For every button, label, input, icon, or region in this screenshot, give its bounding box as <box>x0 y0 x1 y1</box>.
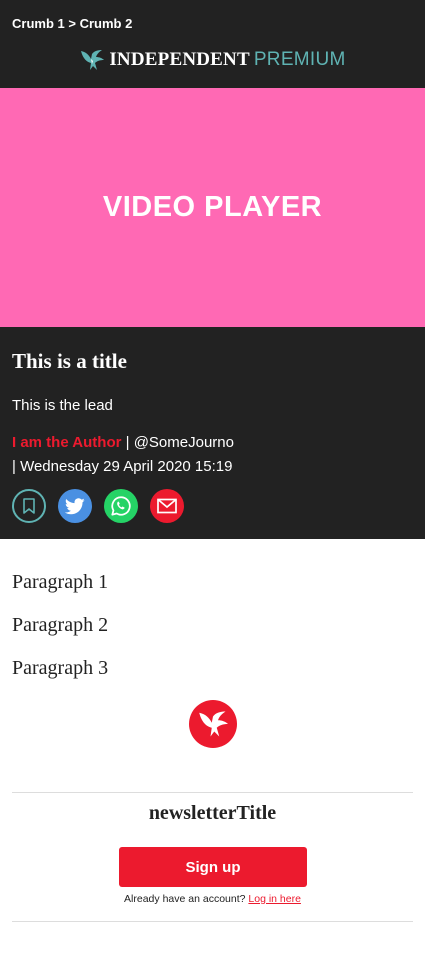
eagle-icon <box>199 711 228 737</box>
author-link[interactable]: I am the Author <box>12 434 121 451</box>
article-paragraph: Paragraph 3 <box>12 657 109 679</box>
independent-badge <box>189 700 237 748</box>
top-bar: Crumb 1 > Crumb 2 INDEPENDENT PREMIUM <box>0 0 425 88</box>
author-handle[interactable]: @SomeJourno <box>134 434 234 451</box>
email-icon <box>157 498 177 514</box>
signup-button[interactable]: Sign up <box>119 847 307 887</box>
breadcrumb-item-1[interactable]: Crumb 1 <box>12 16 65 31</box>
date-separator: | <box>12 458 16 475</box>
video-player-label: VIDEO PLAYER <box>102 191 323 223</box>
logo-tier: PREMIUM <box>253 49 346 70</box>
article-byline: I am the Author | @SomeJourno | Wednesda… <box>12 431 412 479</box>
byline-separator: | <box>125 434 130 451</box>
publish-date: Wednesday 29 April 2020 15:19 <box>20 458 233 475</box>
divider <box>12 792 413 793</box>
article-title: This is a title <box>12 349 127 373</box>
newsletter-title: newsletterTitle <box>148 802 277 824</box>
login-prompt: Already have an account? Log in here <box>0 893 425 905</box>
bookmark-button[interactable] <box>12 489 46 523</box>
video-player[interactable]: VIDEO PLAYER <box>0 88 425 327</box>
whatsapp-icon <box>111 496 131 516</box>
twitter-share-button[interactable] <box>58 489 92 523</box>
divider <box>12 921 413 922</box>
breadcrumb: Crumb 1 > Crumb 2 <box>12 16 132 31</box>
login-link[interactable]: Log in here <box>248 893 301 905</box>
breadcrumb-item-2[interactable]: Crumb 2 <box>80 16 133 31</box>
eagle-icon <box>81 50 105 70</box>
article-paragraph: Paragraph 2 <box>12 614 109 636</box>
article-header: This is a title This is the lead I am th… <box>0 327 425 539</box>
breadcrumb-separator: > <box>68 16 76 31</box>
email-share-button[interactable] <box>150 489 184 523</box>
article-paragraph: Paragraph 1 <box>12 571 109 593</box>
whatsapp-share-button[interactable] <box>104 489 138 523</box>
article-lead: This is the lead <box>12 397 113 414</box>
login-prompt-text: Already have an account? <box>124 893 246 905</box>
bookmark-icon <box>23 498 35 514</box>
site-logo[interactable]: INDEPENDENT PREMIUM <box>0 48 425 72</box>
logo-brand: INDEPENDENT <box>109 49 250 70</box>
twitter-icon <box>65 497 85 514</box>
